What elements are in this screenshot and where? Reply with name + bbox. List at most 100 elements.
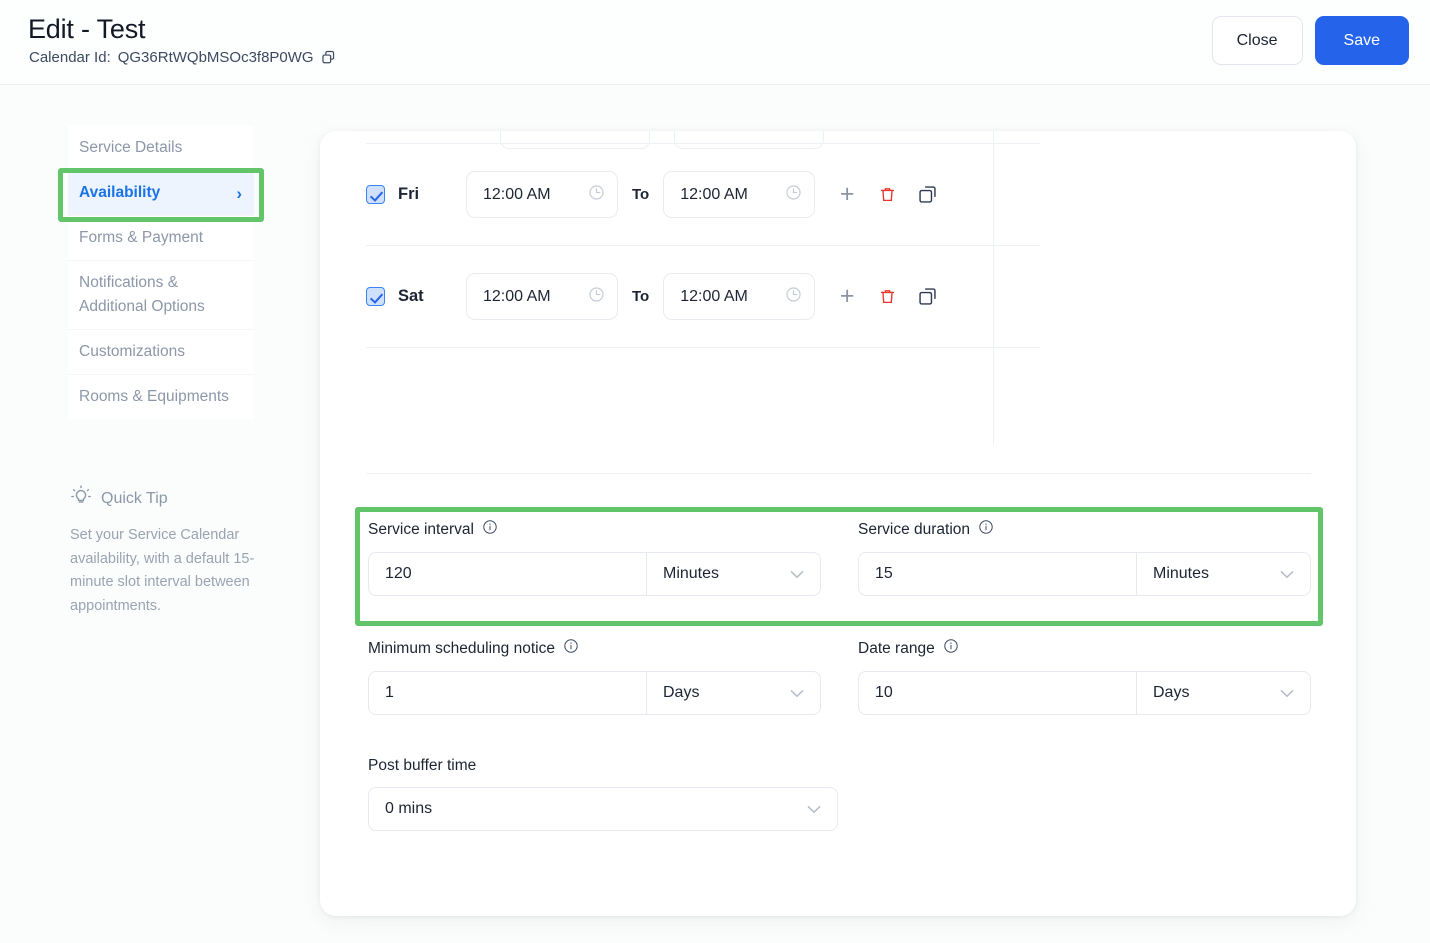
header-actions: Close Save bbox=[1211, 16, 1409, 65]
clock-icon bbox=[588, 184, 605, 206]
field-minimum-scheduling-notice: Minimum scheduling notice Days bbox=[368, 638, 821, 715]
start-time-value: 12:00 AM bbox=[483, 287, 551, 305]
clock-icon bbox=[785, 286, 802, 308]
date-range-unit-select[interactable]: Days bbox=[1136, 671, 1311, 715]
copy-icon[interactable] bbox=[321, 50, 336, 65]
lightbulb-icon bbox=[70, 485, 92, 512]
date-range-unit-value: Days bbox=[1153, 684, 1190, 701]
chevron-down-icon bbox=[790, 687, 804, 700]
service-duration-unit-select[interactable]: Minutes bbox=[1136, 552, 1311, 596]
quick-tip-title: Quick Tip bbox=[101, 489, 168, 507]
to-label: To bbox=[632, 288, 650, 305]
duplicate-icon[interactable] bbox=[917, 286, 937, 308]
day-checkbox-sat[interactable] bbox=[366, 287, 385, 306]
end-time-fri[interactable]: 12:00 AM bbox=[663, 171, 816, 218]
sidebar-item-label: Notifications & Additional Options bbox=[79, 274, 205, 316]
plus-icon[interactable]: + bbox=[837, 182, 857, 207]
minimum-scheduling-notice-unit-value: Days bbox=[663, 684, 700, 701]
service-duration-label-wrap: Service duration bbox=[858, 519, 1311, 540]
page-header: Edit - Test Calendar Id: QG36RtWQbMSOc3f… bbox=[0, 0, 1430, 85]
plus-icon[interactable]: + bbox=[837, 284, 857, 309]
day-label-fri: Fri bbox=[398, 185, 420, 203]
to-label: To bbox=[632, 186, 650, 203]
info-icon[interactable] bbox=[978, 519, 994, 540]
page-title: Edit - Test bbox=[28, 14, 146, 44]
field-row-interval-duration: Service interval Minutes bbox=[368, 519, 1318, 596]
end-time-value: 12:00 AM bbox=[680, 287, 748, 305]
quick-tip: Quick Tip Set your Service Calendar avai… bbox=[70, 485, 270, 619]
sidebar-item-label: Rooms & Equipments bbox=[79, 388, 229, 406]
clock-icon bbox=[588, 286, 605, 308]
service-duration-combo: Minutes bbox=[858, 552, 1311, 596]
sidebar-item-notifications[interactable]: Notifications & Additional Options bbox=[68, 260, 254, 330]
info-icon[interactable] bbox=[943, 638, 959, 659]
service-interval-combo: Minutes bbox=[368, 552, 821, 596]
chevron-down-icon bbox=[1280, 687, 1294, 700]
service-interval-unit-value: Minutes bbox=[663, 565, 720, 582]
service-interval-unit-select[interactable]: Minutes bbox=[646, 552, 821, 596]
service-interval-input[interactable] bbox=[368, 552, 646, 596]
service-duration-unit-value: Minutes bbox=[1153, 565, 1210, 582]
start-time-fri[interactable]: 12:00 AM bbox=[466, 171, 618, 218]
duplicate-icon[interactable] bbox=[917, 184, 937, 206]
close-button[interactable]: Close bbox=[1211, 16, 1303, 65]
day-label-sat: Sat bbox=[398, 287, 424, 305]
info-icon[interactable] bbox=[482, 519, 498, 540]
minimum-scheduling-notice-label-wrap: Minimum scheduling notice bbox=[368, 638, 821, 659]
chevron-down-icon bbox=[790, 568, 804, 581]
service-interval-label: Service interval bbox=[368, 520, 474, 538]
row-divider bbox=[366, 347, 1040, 348]
info-icon[interactable] bbox=[563, 638, 579, 659]
start-time-sat[interactable]: 12:00 AM bbox=[466, 273, 618, 320]
save-button[interactable]: Save bbox=[1314, 16, 1409, 65]
date-range-input[interactable] bbox=[858, 671, 1136, 715]
minimum-scheduling-notice-label: Minimum scheduling notice bbox=[368, 639, 555, 657]
quick-tip-header: Quick Tip bbox=[70, 485, 270, 512]
settings-fields: Service interval Minutes bbox=[368, 519, 1318, 873]
sidebar-item-label: Customizations bbox=[79, 343, 185, 361]
post-buffer-time-select[interactable]: 0 mins bbox=[368, 787, 838, 831]
sidebar-item-customizations[interactable]: Customizations bbox=[68, 329, 254, 375]
minimum-scheduling-notice-input[interactable] bbox=[368, 671, 646, 715]
service-duration-input[interactable] bbox=[858, 552, 1136, 596]
quick-tip-body: Set your Service Calendar availability, … bbox=[70, 527, 255, 614]
sidebar-item-availability[interactable]: Availability › bbox=[68, 170, 254, 216]
date-range-label-wrap: Date range bbox=[858, 638, 1311, 659]
section-divider bbox=[366, 473, 1311, 474]
field-post-buffer-time: Post buffer time 0 mins bbox=[368, 757, 838, 831]
sidebar-item-label: Forms & Payment bbox=[79, 229, 204, 247]
trash-icon[interactable] bbox=[877, 286, 897, 308]
calendar-id-value: QG36RtWQbMSOc3f8P0WG bbox=[117, 49, 314, 66]
field-service-interval: Service interval Minutes bbox=[368, 519, 821, 596]
field-date-range: Date range Days bbox=[858, 638, 1311, 715]
end-time-sat[interactable]: 12:00 AM bbox=[663, 273, 816, 320]
end-time-value: 12:00 AM bbox=[680, 185, 748, 203]
chevron-down-icon bbox=[807, 803, 821, 816]
row-actions-sat: + bbox=[837, 284, 937, 309]
trash-icon[interactable] bbox=[877, 184, 897, 206]
availability-card: Fri 12:00 AM To 12:00 AM + Sat 12:00 AM … bbox=[320, 131, 1356, 916]
date-range-label: Date range bbox=[858, 639, 935, 657]
post-buffer-time-label-wrap: Post buffer time bbox=[368, 757, 821, 775]
day-row-fri: Fri 12:00 AM To 12:00 AM + bbox=[366, 144, 1040, 245]
field-service-duration: Service duration Minutes bbox=[858, 519, 1311, 596]
sidebar-item-rooms-equipments[interactable]: Rooms & Equipments bbox=[68, 374, 254, 420]
clock-icon bbox=[785, 184, 802, 206]
sidebar-item-label: Service Details bbox=[79, 139, 183, 156]
post-buffer-time-value: 0 mins bbox=[385, 800, 433, 817]
sidebar-item-service-details[interactable]: Service Details bbox=[68, 126, 254, 171]
day-row-sat: Sat 12:00 AM To 12:00 AM + bbox=[366, 246, 1040, 347]
day-rows: Fri 12:00 AM To 12:00 AM + Sat 12:00 AM … bbox=[366, 143, 1040, 348]
field-row-notice-range: Minimum scheduling notice Days bbox=[368, 638, 1318, 715]
row-actions-fri: + bbox=[837, 182, 937, 207]
chevron-right-icon: › bbox=[236, 183, 242, 203]
post-buffer-time-label: Post buffer time bbox=[368, 757, 477, 774]
minimum-scheduling-notice-unit-select[interactable]: Days bbox=[646, 671, 821, 715]
field-row-post-buffer: Post buffer time 0 mins bbox=[368, 757, 1318, 831]
start-time-value: 12:00 AM bbox=[483, 185, 551, 203]
sidebar-item-forms-payment[interactable]: Forms & Payment bbox=[68, 215, 254, 261]
calendar-id-label: Calendar Id: bbox=[29, 49, 111, 66]
day-checkbox-fri[interactable] bbox=[366, 185, 385, 204]
calendar-id-line: Calendar Id: QG36RtWQbMSOc3f8P0WG bbox=[29, 49, 336, 66]
sidebar-item-label: Availability bbox=[79, 184, 161, 202]
